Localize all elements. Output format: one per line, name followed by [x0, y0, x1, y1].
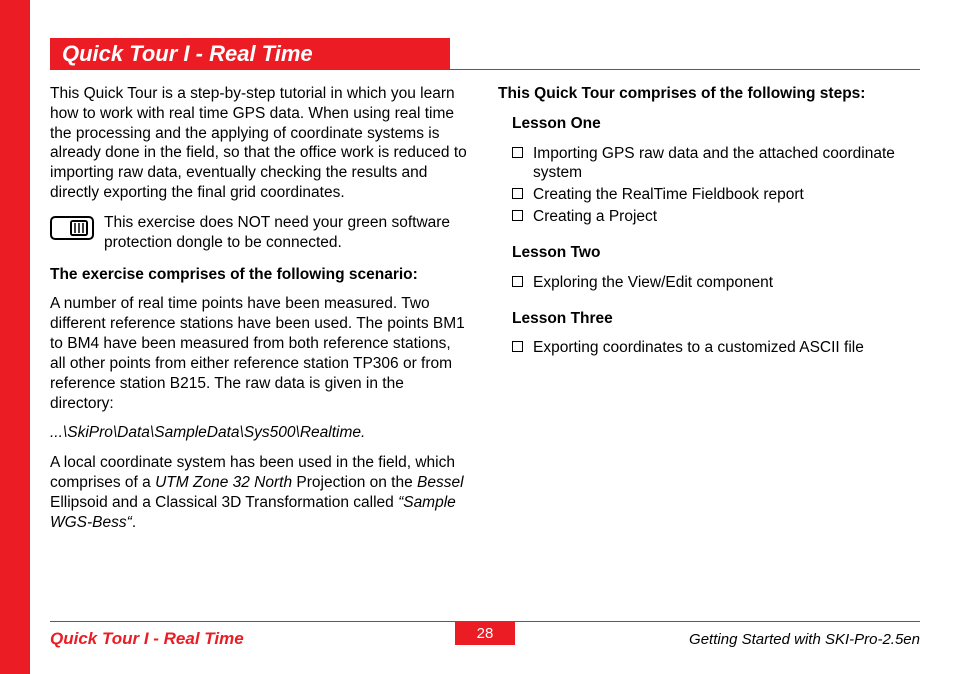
checklist-item: Creating the RealTime Fieldbook report — [512, 185, 918, 205]
lesson-title: Lesson Two — [512, 243, 918, 263]
pointing-hand-icon — [50, 213, 94, 249]
checkbox-icon — [512, 188, 523, 199]
page-footer: Quick Tour I - Real Time 28 Getting Star… — [50, 621, 920, 650]
footer-row: Quick Tour I - Real Time 28 Getting Star… — [50, 628, 920, 650]
data-path: ...\SkiPro\Data\SampleData\Sys500\Realti… — [50, 423, 470, 443]
section-title: Quick Tour I - Real Time — [50, 41, 313, 67]
checkbox-icon — [512, 147, 523, 158]
checkbox-icon — [512, 276, 523, 287]
note-text: This exercise does NOT need your green s… — [104, 213, 470, 253]
checklist-text: Importing GPS raw data and the attached … — [533, 144, 918, 184]
checklist-text: Creating the RealTime Fieldbook report — [533, 185, 804, 205]
coord-bessel: Bessel — [417, 474, 464, 491]
checkbox-icon — [512, 341, 523, 352]
checklist-text: Creating a Project — [533, 207, 657, 227]
checklist-text: Exploring the View/Edit component — [533, 273, 773, 293]
coord-end: . — [132, 514, 136, 531]
right-column: This Quick Tour comprises of the followi… — [498, 84, 918, 543]
checklist-item: Importing GPS raw data and the attached … — [512, 144, 918, 184]
checklist-item: Exporting coordinates to a customized AS… — [512, 338, 918, 358]
scenario-body: A number of real time points have been m… — [50, 294, 470, 413]
lesson-title: Lesson Three — [512, 309, 918, 329]
lesson-title: Lesson One — [512, 114, 918, 134]
footer-book-title: Getting Started with SKI-Pro-2.5en — [689, 631, 920, 648]
lesson-three-block: Lesson Three Exporting coordinates to a … — [512, 309, 918, 359]
title-underline — [50, 69, 920, 70]
lesson-one-block: Lesson One Importing GPS raw data and th… — [512, 114, 918, 227]
checklist-item: Exploring the View/Edit component — [512, 273, 918, 293]
left-column: This Quick Tour is a step-by-step tutori… — [50, 84, 470, 543]
document-page: Quick Tour I - Real Time This Quick Tour… — [0, 0, 954, 674]
left-margin-strip — [0, 0, 30, 674]
lesson-two-block: Lesson Two Exploring the View/Edit compo… — [512, 243, 918, 293]
title-red-box: Quick Tour I - Real Time — [50, 38, 450, 70]
coord-mid: Projection on the — [292, 474, 417, 491]
two-column-layout: This Quick Tour is a step-by-step tutori… — [50, 84, 920, 543]
scenario-heading: The exercise comprises of the following … — [50, 265, 470, 285]
footer-section-name: Quick Tour I - Real Time — [50, 629, 244, 649]
page-number: 28 — [477, 625, 494, 642]
coord-system-paragraph: A local coordinate system has been used … — [50, 453, 470, 532]
section-title-bar: Quick Tour I - Real Time — [50, 38, 920, 72]
note-row: This exercise does NOT need your green s… — [50, 213, 470, 253]
intro-paragraph: This Quick Tour is a step-by-step tutori… — [50, 84, 470, 203]
checklist-text: Exporting coordinates to a customized AS… — [533, 338, 864, 358]
checklist-item: Creating a Project — [512, 207, 918, 227]
steps-heading: This Quick Tour comprises of the followi… — [498, 84, 918, 104]
checkbox-icon — [512, 210, 523, 221]
coord-utm: UTM Zone 32 North — [155, 474, 292, 491]
page-number-box: 28 — [455, 621, 515, 645]
content-area: Quick Tour I - Real Time This Quick Tour… — [50, 38, 920, 543]
coord-post: Ellipsoid and a Classical 3D Transformat… — [50, 494, 398, 511]
